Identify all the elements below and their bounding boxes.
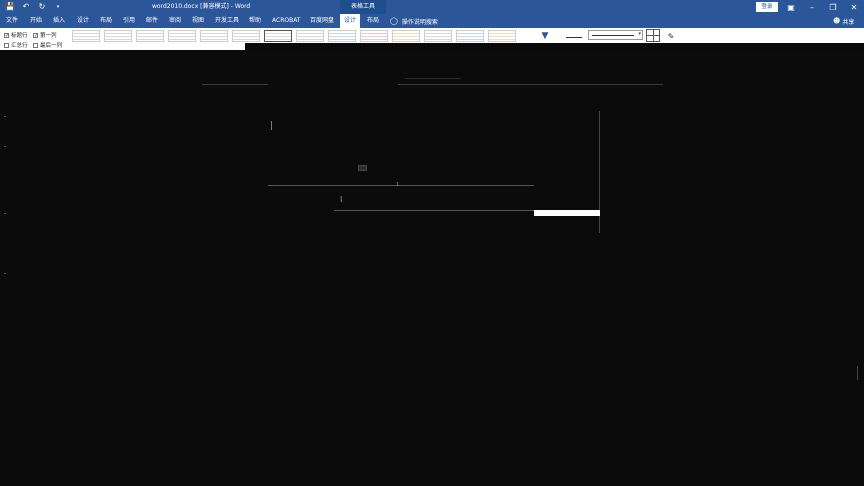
borders-icon[interactable] [646,29,660,42]
table-styles-gallery [72,30,516,42]
last-column-checkbox[interactable] [33,42,38,48]
share-button[interactable]: ☻ 共享 [833,14,854,28]
cell-marker: 1 [396,182,400,188]
document-canvas[interactable] [0,50,864,486]
document-title: word2010.docx [兼容模式] - Word [152,3,251,10]
table-bottom-line [334,210,534,211]
tab-baidu-netdisk[interactable]: 百度网盘 [310,14,334,28]
first-column-label: 第一列 [40,33,57,39]
header-rule-top [405,78,461,79]
restore-icon[interactable]: ❐ [823,0,843,14]
login-button[interactable]: 登录 [756,2,778,12]
tab-design[interactable]: 设计 [77,14,89,28]
header-row-label: 标题行 [11,33,28,39]
header-rule-left [202,84,268,85]
tab-home[interactable]: 开始 [30,14,42,28]
tab-table-design[interactable]: 设计 [340,14,361,28]
ruler-tick [4,146,6,147]
ruler-tick [4,116,6,117]
option-header-row[interactable]: ✓ 标题行 [4,31,28,39]
table-style-2[interactable] [104,30,132,42]
table-style-6[interactable] [232,30,260,42]
table-style-7[interactable] [264,30,292,42]
text-cursor-line [271,121,272,130]
title-bar: 💾 ↶ ↻ ▾ word2010.docx [兼容模式] - Word 表格工具… [0,0,864,14]
tab-file[interactable]: 文件 [6,14,18,28]
table-style-8[interactable] [296,30,324,42]
tab-references[interactable]: 引用 [123,14,135,28]
first-column-checkbox[interactable]: ✓ [33,32,38,38]
tell-me-label: 操作说明搜索 [401,18,438,26]
tab-review[interactable]: 审阅 [169,14,181,28]
table-style-5[interactable] [200,30,228,42]
total-row-checkbox[interactable] [4,42,9,48]
tab-help[interactable]: 帮助 [249,14,261,28]
redo-icon[interactable]: ↻ [37,2,47,12]
table-tools-label: 表格工具 [340,0,386,14]
table-style-1[interactable] [72,30,100,42]
tab-acrobat[interactable]: ACROBAT [272,14,301,28]
ruler-tick [4,273,6,274]
option-total-row[interactable]: 汇总行 [4,41,28,49]
header-rule-right [398,84,663,85]
ribbon-tabs: 文件 开始 插入 设计 布局 引用 邮件 审阅 视图 开发工具 帮助 ACROB… [0,14,864,28]
border-styles-icon[interactable] [566,32,582,38]
option-first-column[interactable]: ✓ 第一列 [33,31,57,39]
ruler-tick [4,213,6,214]
chevron-down-icon: ▾ [638,31,641,37]
table-style-9[interactable] [328,30,356,42]
undo-icon[interactable]: ↶ [21,2,31,12]
tab-insert[interactable]: 插入 [53,14,65,28]
tab-layout[interactable]: 布局 [100,14,112,28]
header-row-checkbox[interactable]: ✓ [4,32,9,38]
tab-view[interactable]: 视图 [192,14,204,28]
shading-icon[interactable]: ▼ [536,30,554,42]
lightbulb-icon: ◯ [390,17,398,25]
mouse-cursor-icon: I [340,195,343,204]
table-style-3[interactable] [136,30,164,42]
ribbon-display-icon[interactable]: ▣ [781,0,801,14]
quick-access-toolbar: 💾 ↶ ↻ ▾ [0,0,63,14]
table-style-10[interactable] [360,30,388,42]
table-move-handle-icon[interactable] [358,165,367,171]
close-icon[interactable]: ✕ [844,0,864,14]
share-label: 共享 [842,18,855,26]
option-last-column[interactable]: 最后一列 [33,41,62,49]
total-row-label: 汇总行 [11,43,28,49]
person-icon: ☻ [833,17,841,25]
selected-cell-highlight[interactable] [534,210,600,216]
pen-weight-select[interactable]: ▾ [588,30,643,40]
vertical-scrollbar[interactable] [857,366,858,380]
table-row-line [268,185,534,186]
customize-qat-icon[interactable]: ▾ [53,2,63,12]
tab-mailings[interactable]: 邮件 [146,14,158,28]
minimize-icon[interactable]: – [802,0,822,14]
border-painter-icon[interactable]: ✎ [664,30,678,42]
save-icon[interactable]: 💾 [5,2,15,12]
table-style-14[interactable] [488,30,516,42]
tab-developer[interactable]: 开发工具 [215,14,239,28]
table-style-12[interactable] [424,30,452,42]
table-style-4[interactable] [168,30,196,42]
table-style-11[interactable] [392,30,420,42]
tell-me-search[interactable]: ◯ 操作说明搜索 [390,14,438,28]
last-column-label: 最后一列 [40,43,63,49]
tab-table-layout[interactable]: 布局 [367,14,379,28]
table-style-13[interactable] [456,30,484,42]
